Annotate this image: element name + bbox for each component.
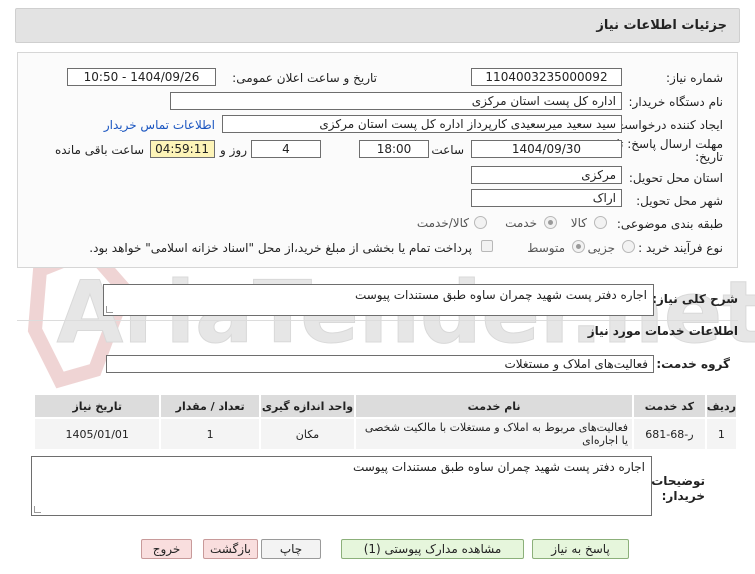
services-table: ردیف کد خدمت نام خدمت واحد اندازه گیری ت… [32,393,739,451]
remaining-time-label: ساعت باقی مانده [54,143,144,157]
request-creator-field[interactable]: سید سعید میرسعیدی کارپرداز اداره کل پست … [222,115,622,133]
province-field[interactable]: مرکزی [471,166,622,184]
column-header-unit: واحد اندازه گیری [258,393,357,419]
cell-service-name: فعالیت‌های مربوط به املاک و مستغلات با م… [354,417,635,451]
deadline-time-label: ساعت [431,143,464,157]
remaining-time-field[interactable]: 04:59:11 [150,140,215,158]
deadline-date-field[interactable]: 1404/09/30 [471,140,622,158]
buyer-notes-field[interactable]: اجاره دفتر پست شهید چمران ساوه طبق مستند… [31,456,652,516]
column-header-row-number: ردیف [704,393,739,419]
category-radio-service[interactable] [544,216,557,229]
city-label: شهر محل تحویل: [636,194,723,208]
resize-handle-icon[interactable] [34,506,41,513]
city-field[interactable]: اراک [471,189,622,207]
buyer-notes-text: اجاره دفتر پست شهید چمران ساوه طبق مستند… [352,460,645,474]
page-header: جزئیات اطلاعات نیاز [15,8,740,43]
reply-to-need-button[interactable]: پاسخ به نیاز [532,539,629,559]
days-label: روز و [220,143,247,157]
process-option-minor: جزیی [587,241,615,255]
category-option-goods-service: کالا/خدمت [416,216,469,230]
cell-unit: مکان [258,417,357,451]
cell-service-code: ر-68-681 [632,417,707,451]
deadline-date-label: تاریخ: [695,150,723,164]
need-number-label: شماره نیاز: [666,71,723,85]
divider [17,320,738,321]
purchase-process-label: نوع فرآیند خرید : [638,241,723,255]
cell-quantity: 1 [159,417,261,451]
summary-field[interactable]: اجاره دفتر پست شهید چمران ساوه طبق مستند… [103,284,654,316]
category-radio-goods-service[interactable] [474,216,487,229]
request-creator-label: ایجاد کننده درخواست: [612,118,723,132]
buyer-org-field[interactable]: اداره کل پست استان مرکزی [170,92,622,110]
category-option-goods: کالا [570,216,587,230]
need-number-field[interactable]: 1104003235000092 [471,68,622,86]
resize-handle-icon[interactable] [106,306,113,313]
table-header-row: ردیف کد خدمت نام خدمت واحد اندازه گیری ت… [32,393,739,419]
deadline-label: مهلت ارسال پاسخ: تا [616,137,723,151]
back-button[interactable]: بازگشت [203,539,258,559]
process-radio-medium[interactable] [572,240,585,253]
treasury-payment-checkbox[interactable] [481,240,493,252]
table-row: 1 ر-68-681 فعالیت‌های مربوط به املاک و م… [32,417,739,451]
cell-need-date: 1405/01/01 [32,417,162,451]
process-radio-minor[interactable] [622,240,635,253]
announce-datetime-field[interactable]: 1404/09/26 - 10:50 [67,68,216,86]
deadline-time-field[interactable]: 18:00 [359,140,429,158]
print-button[interactable]: چاپ [261,539,321,559]
page-title: جزئیات اطلاعات نیاز [596,18,727,33]
service-group-field[interactable]: فعالیت‌های املاک و مستغلات [106,355,654,373]
service-group-label: گروه خدمت: [656,357,730,371]
cell-row-number: 1 [704,417,739,451]
treasury-payment-note: پرداخت تمام یا بخشی از مبلغ خرید،از محل … [89,241,472,255]
services-section-title: اطلاعات خدمات مورد نیاز [587,324,738,338]
summary-text: اجاره دفتر پست شهید چمران ساوه طبق مستند… [354,288,647,302]
category-label: طبقه بندی موضوعی: [616,217,723,231]
buyer-contact-link[interactable]: اطلاعات تماس خریدار [104,118,215,132]
view-attachments-button[interactable]: مشاهده مدارک پیوستی (1) [341,539,524,559]
column-header-need-date: تاریخ نیاز [32,393,162,419]
summary-label: شرح کلی نیاز: [652,292,738,306]
exit-button[interactable]: خروج [141,539,192,559]
column-header-service-name: نام خدمت [354,393,635,419]
remaining-days-field[interactable]: 4 [251,140,321,158]
buyer-notes-label-2: خریدار: [661,489,705,503]
announce-datetime-label: تاریخ و ساعت اعلان عمومی: [232,71,377,85]
province-label: استان محل تحویل: [628,171,723,185]
column-header-quantity: تعداد / مقدار [159,393,261,419]
buyer-notes-label: توضیحات [651,474,705,488]
buyer-org-label: نام دستگاه خریدار: [628,95,724,109]
column-header-service-code: کد خدمت [632,393,707,419]
category-option-service: خدمت [505,216,537,230]
process-option-medium: متوسط [527,241,565,255]
category-radio-goods[interactable] [594,216,607,229]
